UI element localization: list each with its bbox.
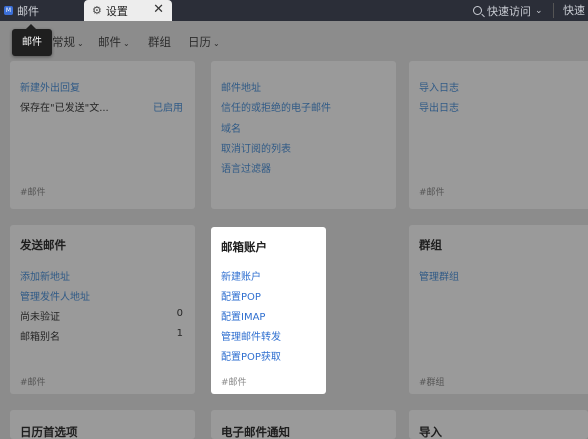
- nav-general[interactable]: 常规 ⌄: [52, 34, 84, 50]
- nav-mail-label: 邮件: [98, 35, 121, 49]
- nav-mail[interactable]: 邮件 ⌄: [98, 34, 130, 50]
- unverified-label: 尚未验证: [20, 312, 60, 323]
- manage-forwarding-link[interactable]: 管理邮件转发: [221, 328, 281, 343]
- new-auto-reply-link[interactable]: 新建外出回复: [20, 79, 80, 94]
- card-tag: #邮件: [221, 378, 247, 388]
- tooltip: 邮件: [12, 24, 52, 56]
- quick-access-right[interactable]: 快速: [563, 0, 585, 21]
- alias-count: 1: [176, 328, 183, 339]
- card-title: 电子邮件通知: [221, 425, 290, 439]
- card-title: 导入: [419, 425, 442, 439]
- card-calendar-prefs: 日历首选项: [10, 410, 195, 439]
- tab-mail[interactable]: M 邮件: [0, 0, 84, 21]
- unsubscribed-lists-link[interactable]: 取消订阅的列表: [221, 140, 291, 155]
- configure-pop-fetch-link[interactable]: 配置POP获取: [221, 348, 281, 363]
- card-mailbox-account: 邮箱账户 新建账户 配置POP 配置IMAP 管理邮件转发 配置POP获取 #邮…: [211, 227, 326, 394]
- card-logs: 导入日志 导出日志 #邮件: [409, 61, 588, 209]
- manage-groups-link[interactable]: 管理群组: [419, 268, 459, 283]
- settings-nav: 常规 ⌄ 邮件 ⌄ 群组 日历 ⌄: [0, 21, 588, 61]
- card-mail-auto-reply: 新建外出回复 保存在"已发送"文... 已启用 #邮件: [10, 61, 195, 209]
- add-new-address-link[interactable]: 添加新地址: [20, 268, 70, 283]
- configure-pop-link[interactable]: 配置POP: [221, 288, 261, 303]
- chevron-down-icon: ⌄: [77, 39, 84, 48]
- new-account-link[interactable]: 新建账户: [221, 268, 261, 283]
- import-log-link[interactable]: 导入日志: [419, 79, 459, 94]
- save-sent-status[interactable]: 已启用: [153, 99, 183, 114]
- unverified-count: 0: [176, 308, 183, 319]
- card-tag: #群组: [419, 378, 445, 388]
- card-tag: #邮件: [20, 378, 46, 388]
- card-send-mail: 发送邮件 添加新地址 管理发件人地址 尚未验证 0 邮箱别名 1 #邮件: [10, 225, 195, 394]
- card-groups: 群组 管理群组 #群组: [409, 225, 588, 394]
- trusted-rejected-link[interactable]: 信任的或拒绝的电子邮件: [221, 99, 331, 114]
- tab-bar: M 邮件 ⚙ 设置 ✕ 快速访问 ⌄ 快速: [0, 0, 588, 21]
- email-address-link[interactable]: 邮件地址: [221, 79, 261, 94]
- card-title: 日历首选项: [20, 425, 78, 439]
- card-title: 邮箱账户: [221, 240, 267, 254]
- tab-settings[interactable]: ⚙ 设置 ✕: [84, 0, 172, 21]
- quick-access-label: 快速访问: [487, 4, 531, 18]
- card-email-notify: 电子邮件通知: [211, 410, 396, 439]
- close-icon[interactable]: ✕: [153, 2, 164, 17]
- configure-imap-link[interactable]: 配置IMAP: [221, 308, 265, 323]
- nav-calendar[interactable]: 日历 ⌄: [188, 34, 220, 50]
- card-import: 导入: [409, 410, 588, 439]
- tab-mail-label: 邮件: [17, 4, 39, 18]
- card-tag: #邮件: [20, 188, 46, 198]
- export-log-link[interactable]: 导出日志: [419, 99, 459, 114]
- quick-access-button[interactable]: 快速访问 ⌄: [473, 0, 543, 21]
- mail-logo-icon: M: [4, 6, 13, 15]
- save-sent-label: 保存在"已发送"文...: [20, 103, 109, 114]
- language-filter-link[interactable]: 语言过滤器: [221, 160, 271, 175]
- nav-general-label: 常规: [52, 35, 75, 49]
- card-title: 发送邮件: [20, 238, 66, 252]
- tab-settings-label: 设置: [105, 4, 128, 18]
- alias-label: 邮箱别名: [20, 332, 60, 343]
- manage-sender-address-link[interactable]: 管理发件人地址: [20, 288, 90, 303]
- divider: [553, 3, 554, 18]
- card-spam-filter: 邮件地址 信任的或拒绝的电子邮件 域名 取消订阅的列表 语言过滤器: [211, 61, 396, 209]
- card-tag: #邮件: [419, 188, 445, 198]
- chevron-down-icon: ⌄: [213, 39, 220, 48]
- search-icon: [473, 6, 482, 15]
- card-title: 群组: [419, 238, 442, 252]
- gear-icon: ⚙: [92, 4, 102, 17]
- nav-calendar-label: 日历: [188, 35, 211, 49]
- chevron-down-icon: ⌄: [535, 5, 543, 16]
- nav-group[interactable]: 群组: [148, 34, 171, 50]
- domain-link[interactable]: 域名: [221, 120, 241, 135]
- chevron-down-icon: ⌄: [123, 39, 130, 48]
